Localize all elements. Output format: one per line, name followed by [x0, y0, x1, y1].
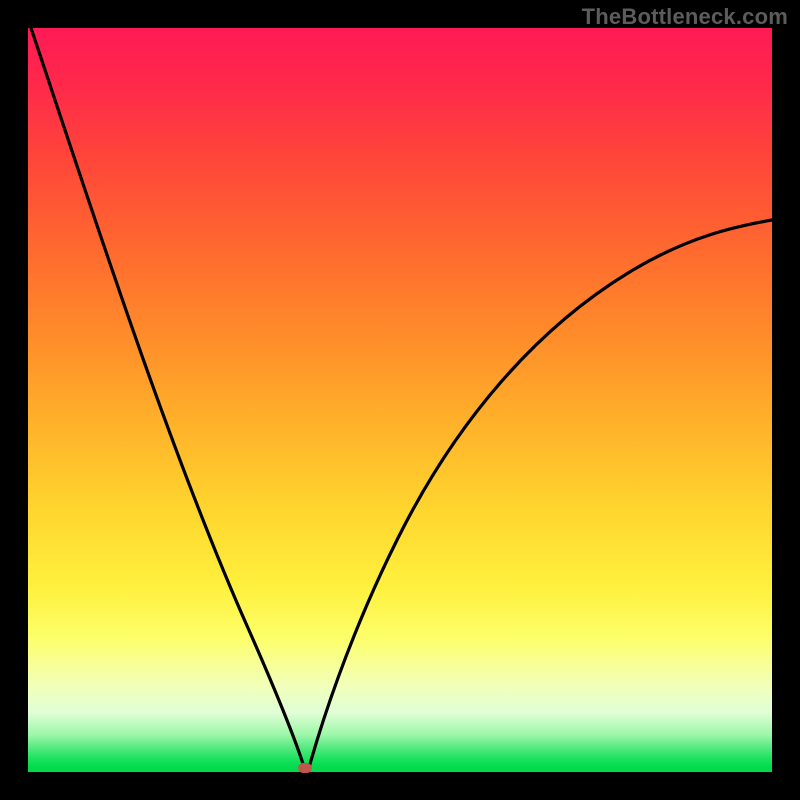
plot-area	[28, 28, 772, 772]
minimum-marker	[298, 763, 312, 773]
chart-frame: TheBottleneck.com	[0, 0, 800, 800]
bottleneck-curve	[28, 28, 772, 772]
curve-left-branch	[31, 28, 305, 770]
curve-right-branch	[308, 220, 772, 771]
watermark-text: TheBottleneck.com	[582, 4, 788, 30]
